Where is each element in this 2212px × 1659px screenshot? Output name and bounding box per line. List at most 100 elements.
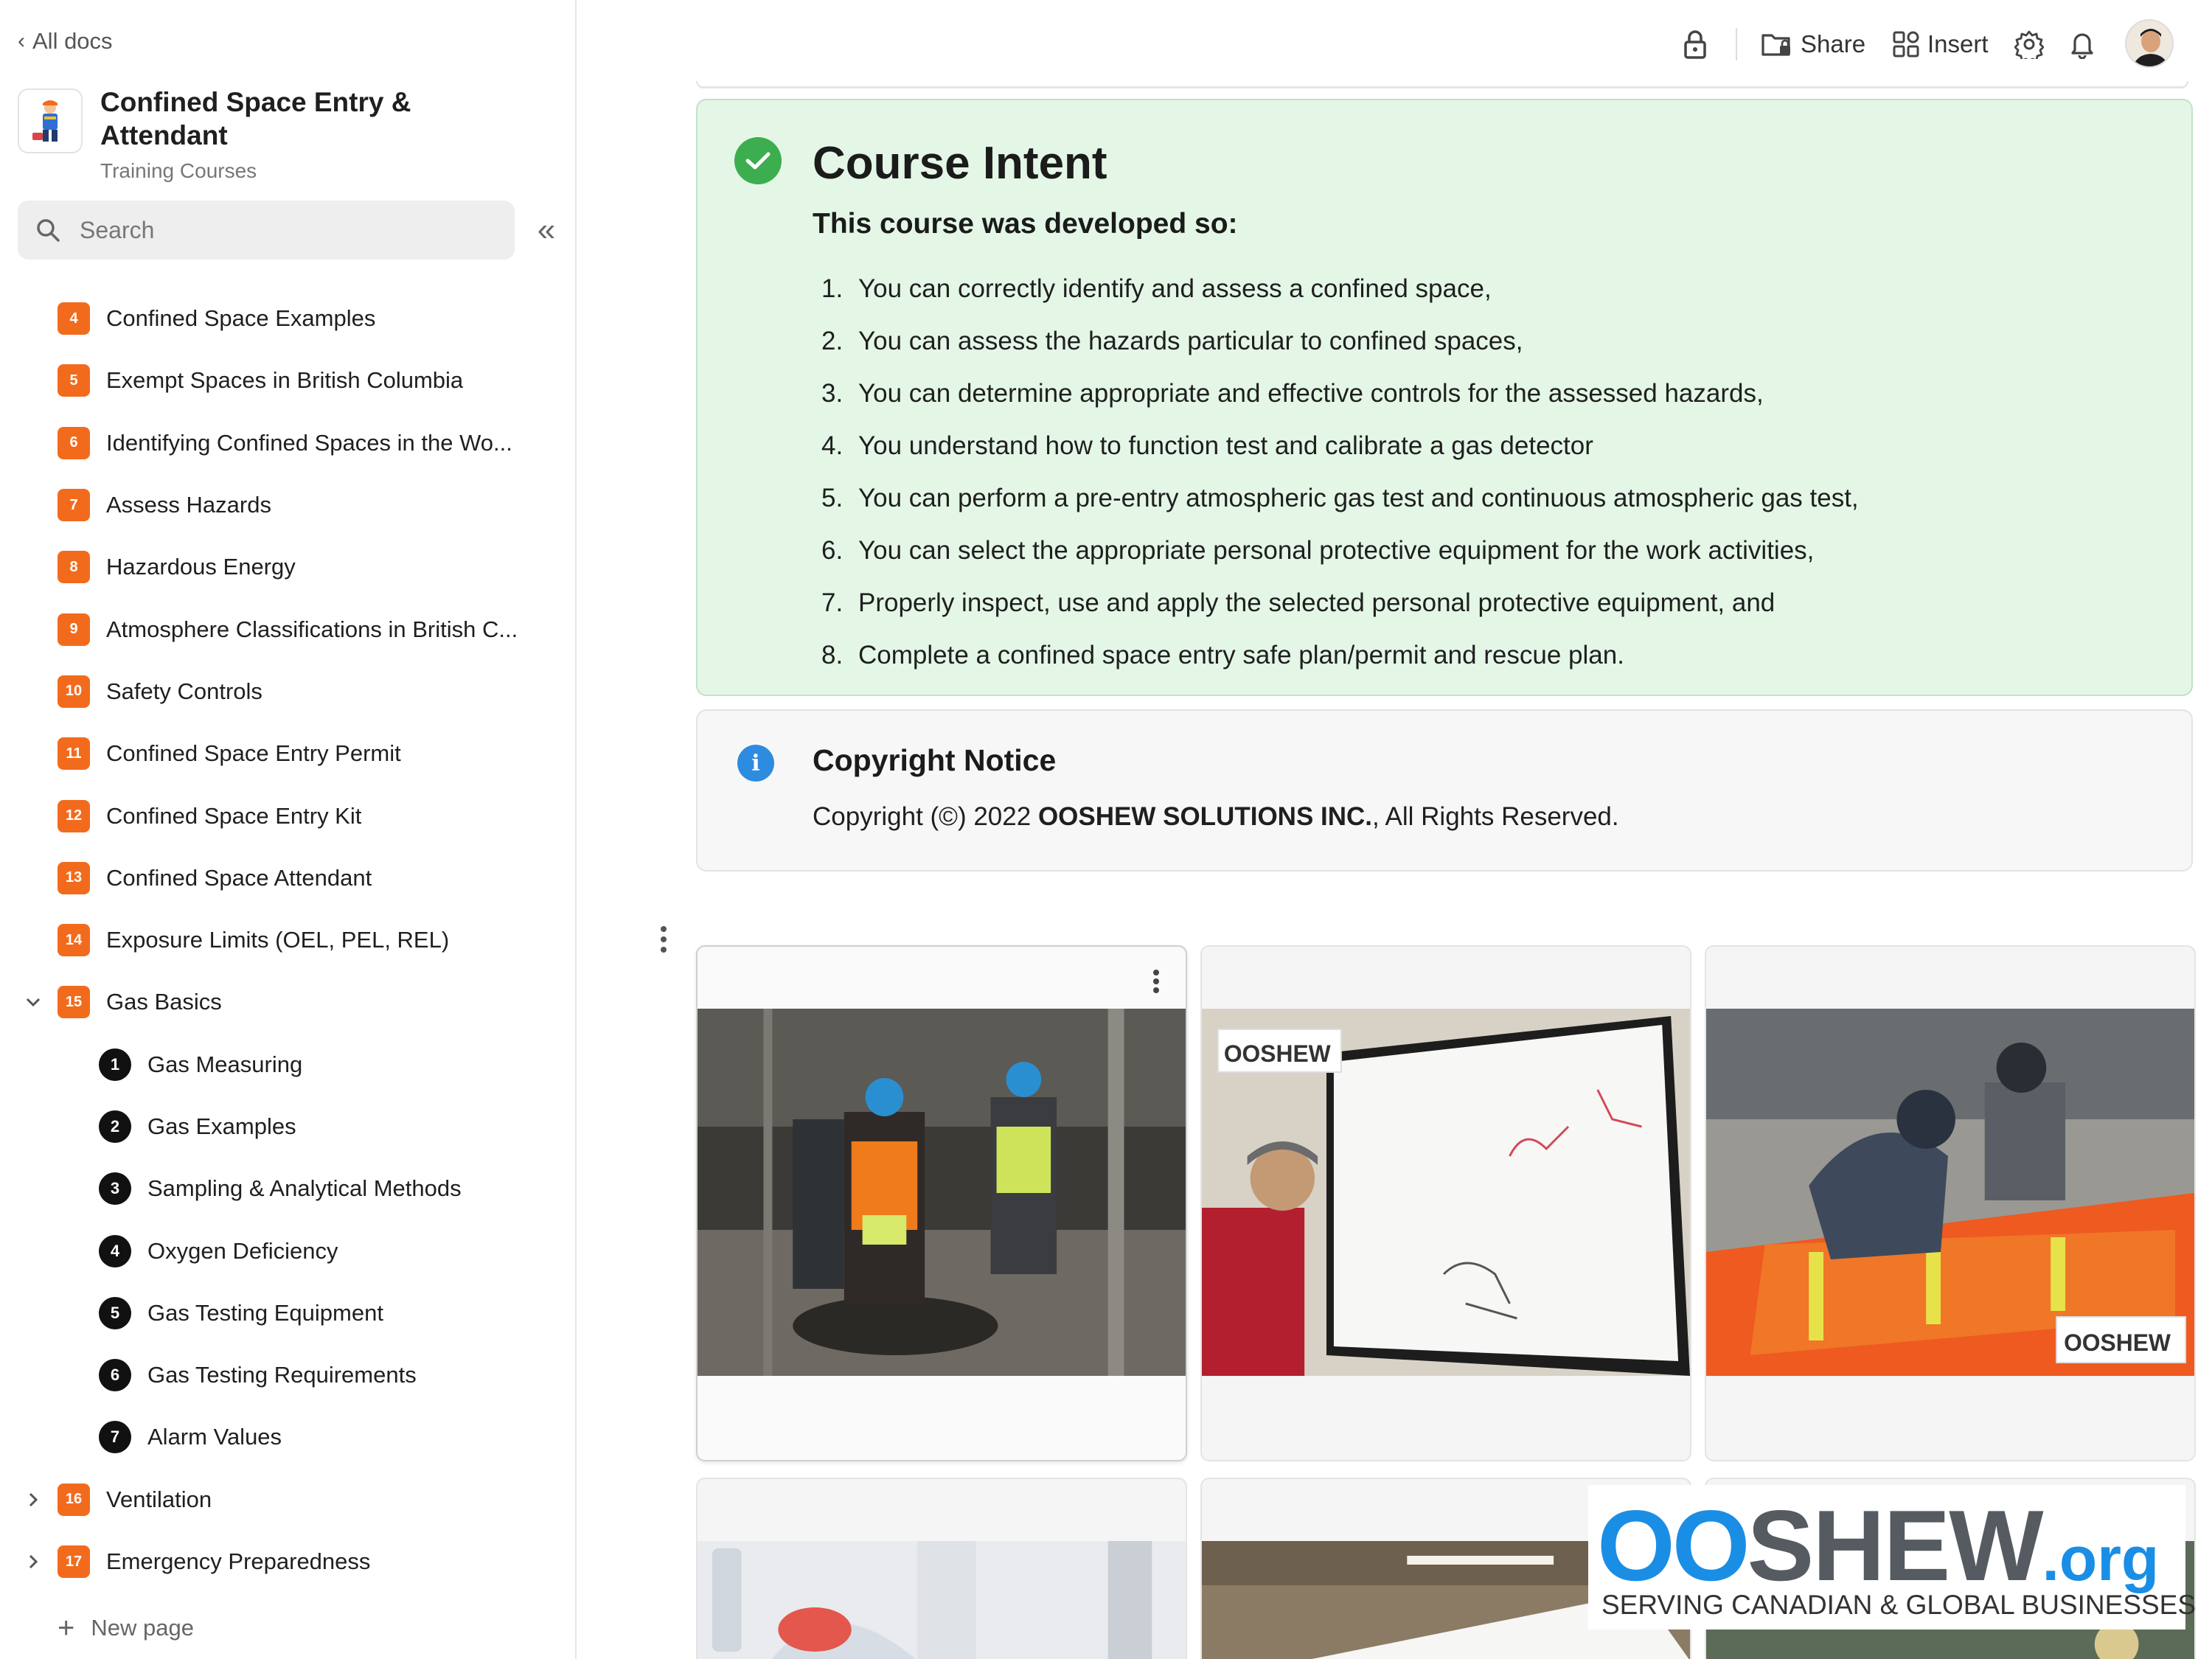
- subpage-number-badge: 4: [99, 1234, 131, 1267]
- course-intent-callout[interactable]: Course Intent This course was developed …: [696, 99, 2193, 696]
- sidebar-subitem-oxygen-deficiency[interactable]: 4 Oxygen Deficiency: [0, 1220, 575, 1281]
- lock-button[interactable]: [1683, 27, 1708, 62]
- new-page-label: New page: [91, 1615, 194, 1641]
- sidebar-item-label: Identifying Confined Spaces in the Wo...: [106, 429, 512, 456]
- subpage-number-badge: 1: [99, 1048, 131, 1081]
- page-number-badge: 17: [58, 1545, 90, 1579]
- copyright-callout[interactable]: i Copyright Notice Copyright (©) 2022 OO…: [696, 709, 2193, 872]
- sidebar-item-atmosphere-classifications[interactable]: 9 Atmosphere Classifications in British …: [0, 598, 575, 660]
- search-icon: [37, 219, 60, 242]
- gallery-photo-workers: [698, 1009, 1186, 1376]
- list-item: 4. You understand how to function test an…: [821, 431, 1593, 460]
- page-number-badge: 8: [58, 551, 90, 584]
- list-item: 3. You can determine appropriate and effe…: [821, 378, 1764, 408]
- insert-label: Insert: [1927, 30, 1989, 58]
- sidebar-item-gas-basics[interactable]: 15 Gas Basics: [0, 971, 575, 1033]
- ooshew-brand-watermark: OOSHEW.org SERVING CANADIAN & GLOBAL BUS…: [1588, 1485, 2196, 1630]
- doc-title[interactable]: Confined Space Entry & Attendant: [100, 86, 484, 152]
- insert-grid-icon: [1893, 31, 1919, 58]
- list-item: 5. You can perform a pre-entry atmospheri…: [821, 483, 1859, 512]
- sidebar-subitem-gas-testing-equipment[interactable]: 5 Gas Testing Equipment: [0, 1282, 575, 1344]
- sidebar-item-label: Gas Measuring: [147, 1051, 303, 1077]
- all-docs-link[interactable]: ‹ All docs: [18, 28, 113, 55]
- settings-button[interactable]: [2014, 27, 2044, 62]
- list-item: 8. Complete a confined space entry safe p…: [821, 640, 1624, 669]
- sidebar-item-label: Atmosphere Classifications in British C.…: [106, 616, 518, 642]
- doc-icon[interactable]: [18, 88, 83, 153]
- page-number-badge: 5: [58, 364, 90, 397]
- sidebar-item-assess-hazards[interactable]: 7 Assess Hazards: [0, 474, 575, 536]
- callout-subtitle: This course was developed so:: [813, 208, 1238, 240]
- sidebar-item-label: Confined Space Examples: [106, 305, 376, 332]
- page-number-badge: 6: [58, 426, 90, 459]
- user-avatar[interactable]: [2125, 19, 2174, 68]
- share-button[interactable]: Share: [1761, 27, 1865, 62]
- sidebar-subitem-sampling-methods[interactable]: 3 Sampling & Analytical Methods: [0, 1158, 575, 1220]
- sidebar-item-label: Sampling & Analytical Methods: [147, 1175, 462, 1202]
- sidebar-item-emergency-preparedness[interactable]: 17 Emergency Preparedness: [0, 1531, 575, 1593]
- gallery-photo-whiteboard: OOSHEW: [1202, 1009, 1690, 1376]
- chevron-left-icon: ‹: [18, 29, 25, 53]
- subpage-number-badge: 7: [99, 1421, 131, 1454]
- insert-button[interactable]: Insert: [1892, 27, 1989, 62]
- chevron-right-icon[interactable]: [22, 1554, 44, 1570]
- sidebar-item-label: Oxygen Deficiency: [147, 1237, 338, 1264]
- sidebar-item-label: Ventilation: [106, 1486, 212, 1512]
- lock-icon: [1684, 30, 1706, 59]
- ooshew-logo: OOSHEW.org: [1597, 1489, 2160, 1601]
- page-number-badge: 15: [58, 986, 90, 1019]
- page-number-badge: 12: [58, 799, 90, 832]
- list-item: 6. You can select the appropriate persona…: [821, 535, 1815, 565]
- ooshew-watermark: OOSHEW: [1224, 1040, 1332, 1067]
- share-folder-icon: [1761, 34, 1790, 56]
- sidebar-item-safety-controls[interactable]: 10 Safety Controls: [0, 661, 575, 723]
- sidebar-subitem-gas-measuring[interactable]: 1 Gas Measuring: [0, 1034, 575, 1096]
- sidebar-item-label: Exempt Spaces in British Columbia: [106, 367, 464, 394]
- sidebar-item-label: Assess Hazards: [106, 492, 271, 518]
- gallery-card[interactable]: OOSHEW: [1705, 945, 2196, 1461]
- subpage-number-badge: 5: [99, 1296, 131, 1329]
- search-input[interactable]: Search: [18, 201, 515, 260]
- sidebar: ‹ All docs Confined Space Entry & Attend…: [0, 0, 577, 1659]
- sidebar-item-ventilation[interactable]: 16 Ventilation: [0, 1469, 575, 1531]
- intent-list: 1. You can correctly identify and assess …: [821, 262, 2163, 681]
- sidebar-item-entry-permit[interactable]: 11 Confined Space Entry Permit: [0, 723, 575, 785]
- sidebar-item-label: Gas Testing Requirements: [147, 1362, 417, 1388]
- callout-title: Course Intent: [813, 138, 1107, 189]
- sidebar-item-label: Confined Space Entry Kit: [106, 802, 362, 829]
- page-number-badge: 14: [58, 924, 90, 957]
- sidebar-item-exempt-spaces[interactable]: 5 Exempt Spaces in British Columbia: [0, 349, 575, 411]
- sidebar-subitem-gas-examples[interactable]: 2 Gas Examples: [0, 1096, 575, 1158]
- bell-icon: [2071, 33, 2093, 59]
- sidebar-item-confined-space-examples[interactable]: 4 Confined Space Examples: [0, 288, 575, 349]
- page-number-badge: 11: [58, 737, 90, 771]
- doc-subtitle: Training Courses: [100, 159, 257, 182]
- info-icon: i: [737, 745, 774, 782]
- toolbar-divider: [1736, 28, 1737, 60]
- check-circle-icon: [734, 137, 782, 184]
- sidebar-item-hazardous-energy[interactable]: 8 Hazardous Energy: [0, 536, 575, 598]
- sidebar-item-label: Gas Examples: [147, 1113, 296, 1139]
- chevron-down-icon[interactable]: [22, 997, 44, 1007]
- notifications-button[interactable]: [2069, 27, 2096, 62]
- sidebar-item-identifying-confined-spaces[interactable]: 6 Identifying Confined Spaces in the Wo.…: [0, 412, 575, 474]
- sidebar-item-label: Confined Space Attendant: [106, 864, 372, 891]
- sidebar-item-entry-kit[interactable]: 12 Confined Space Entry Kit: [0, 785, 575, 846]
- sidebar-item-exposure-limits[interactable]: 14 Exposure Limits (OEL, PEL, REL): [0, 909, 575, 971]
- sidebar-item-label: Confined Space Entry Permit: [106, 740, 401, 767]
- sidebar-item-label: Emergency Preparedness: [106, 1548, 371, 1575]
- more-options-icon[interactable]: [1152, 969, 1161, 994]
- gallery-card[interactable]: [696, 1478, 1187, 1659]
- chevron-right-icon[interactable]: [22, 1492, 44, 1508]
- gallery-card[interactable]: [696, 945, 1187, 1461]
- collapse-sidebar-icon[interactable]: «: [529, 211, 563, 249]
- new-page-button[interactable]: + New page: [58, 1613, 194, 1643]
- sidebar-subitem-alarm-values[interactable]: 7 Alarm Values: [0, 1406, 575, 1468]
- page-number-badge: 7: [58, 489, 90, 522]
- gallery-card[interactable]: OOSHEW: [1200, 945, 1691, 1461]
- sidebar-subitem-gas-testing-requirements[interactable]: 6 Gas Testing Requirements: [0, 1344, 575, 1406]
- sidebar-item-label: Alarm Values: [147, 1424, 282, 1450]
- sidebar-item-attendant[interactable]: 13 Confined Space Attendant: [0, 847, 575, 909]
- block-menu-handle-icon[interactable]: [656, 925, 671, 954]
- gallery-photo-rescue-drill: OOSHEW: [1706, 1009, 2194, 1376]
